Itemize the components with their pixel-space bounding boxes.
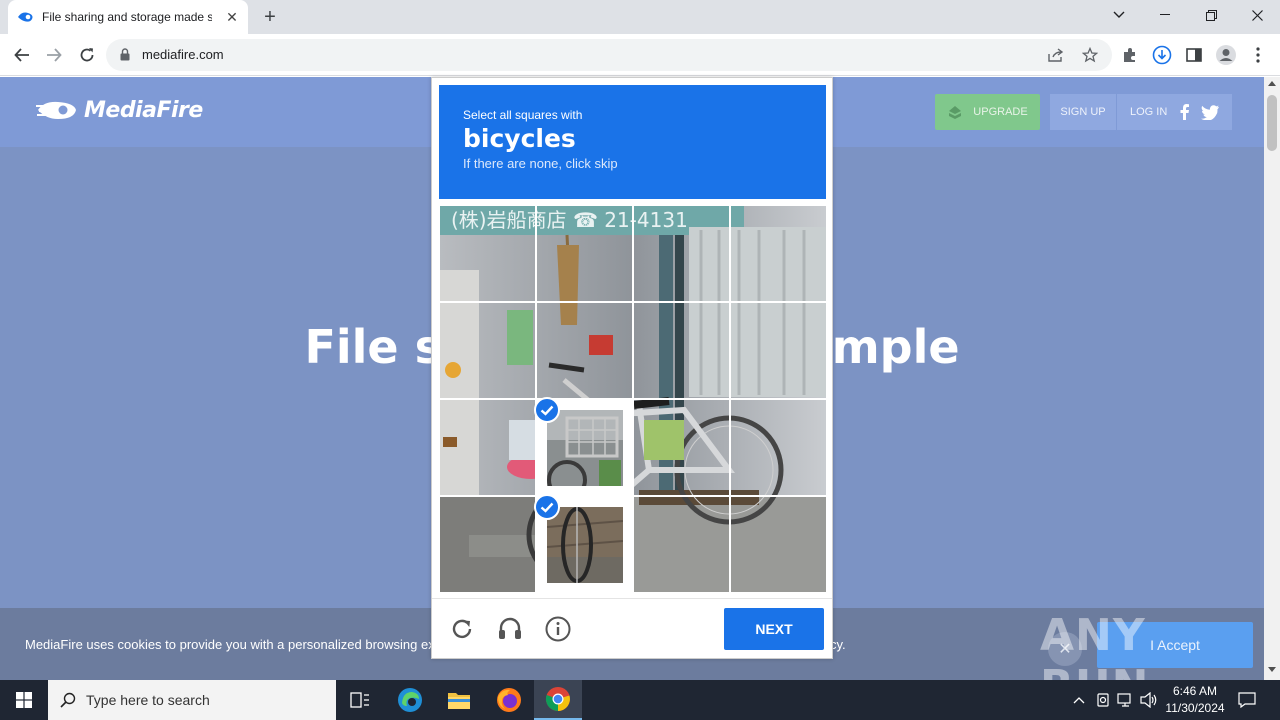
- grid-tile[interactable]: [439, 205, 536, 302]
- check-icon: [534, 494, 560, 520]
- check-icon: [534, 397, 560, 423]
- challenge-object: bicycles: [463, 124, 576, 153]
- logo-text: MediaFire: [84, 97, 203, 123]
- challenge-prompt: Select all squares with: [463, 108, 583, 122]
- clock-date: 11/30/2024: [1165, 701, 1225, 715]
- side-panel-icon[interactable]: [1183, 44, 1205, 66]
- reload-icon[interactable]: [75, 43, 99, 67]
- show-hidden-icons-icon[interactable]: [1070, 691, 1088, 709]
- twitter-icon[interactable]: [1201, 103, 1220, 121]
- tile-image: [547, 507, 623, 583]
- signup-button[interactable]: SIGN UP: [1050, 94, 1116, 130]
- grid-tile[interactable]: [439, 302, 536, 399]
- info-icon[interactable]: [544, 615, 572, 643]
- clock-time: 6:46 AM: [1172, 684, 1218, 698]
- mediafire-logo[interactable]: MediaFire: [36, 97, 203, 123]
- mediafire-logo-icon: [36, 101, 76, 119]
- grid-tile[interactable]: [536, 302, 633, 399]
- reload-challenge-icon[interactable]: [448, 615, 476, 643]
- audio-challenge-icon[interactable]: [496, 615, 524, 643]
- download-icon[interactable]: [1151, 44, 1173, 66]
- tab-title: File sharing and storage made simple: [42, 10, 212, 24]
- chrome-icon[interactable]: [534, 680, 582, 720]
- profile-icon[interactable]: [1215, 44, 1237, 66]
- windows-logo-icon: [16, 692, 32, 708]
- forward-icon[interactable]: [42, 43, 66, 67]
- grid-tile[interactable]: [633, 496, 730, 592]
- windows-taskbar: Type here to search 6:46 AM 11/30/2024: [0, 680, 1280, 720]
- grid-tile[interactable]: [439, 399, 536, 496]
- firefox-icon[interactable]: [485, 680, 533, 720]
- grid-tile[interactable]: [730, 302, 826, 399]
- edge-icon[interactable]: [386, 680, 434, 720]
- minimize-button[interactable]: [1142, 0, 1188, 30]
- menu-icon[interactable]: [1247, 44, 1269, 66]
- notification-center-icon[interactable]: [1236, 690, 1258, 710]
- tab-search-icon[interactable]: [1096, 0, 1142, 30]
- onedrive-sync-icon[interactable]: [1094, 691, 1112, 709]
- tab-strip: File sharing and storage made simple ✕ +: [0, 0, 1280, 34]
- taskbar-search[interactable]: Type here to search: [48, 680, 336, 720]
- grid-tile-selected[interactable]: [534, 494, 633, 592]
- mediafire-favicon-icon: [18, 9, 34, 25]
- close-window-button[interactable]: [1234, 0, 1280, 30]
- grid-tile[interactable]: [730, 399, 826, 496]
- facebook-icon[interactable]: [1175, 103, 1193, 121]
- challenge-skip-hint: If there are none, click skip: [463, 156, 618, 171]
- address-bar[interactable]: mediafire.com: [106, 39, 1112, 71]
- scroll-up-icon[interactable]: [1268, 81, 1276, 86]
- next-button[interactable]: NEXT: [724, 608, 824, 650]
- challenge-footer: NEXT: [432, 598, 832, 658]
- login-button[interactable]: LOG IN: [1117, 94, 1232, 130]
- new-tab-button[interactable]: +: [258, 5, 282, 29]
- url-text: mediafire.com: [142, 47, 224, 62]
- grid-tile[interactable]: [633, 205, 730, 302]
- restore-button[interactable]: [1188, 0, 1234, 30]
- bookmark-star-icon[interactable]: [1080, 45, 1100, 65]
- search-placeholder: Type here to search: [86, 692, 210, 708]
- browser-tab[interactable]: File sharing and storage made simple ✕: [8, 0, 248, 34]
- grid-tile-selected[interactable]: [534, 397, 633, 496]
- lock-icon[interactable]: [120, 48, 130, 66]
- challenge-header: Select all squares with bicycles If ther…: [439, 85, 826, 199]
- scroll-thumb[interactable]: [1267, 95, 1277, 151]
- anyrun-watermark: ANY RUN: [1040, 610, 1148, 680]
- upgrade-label: UPGRADE: [973, 106, 1028, 118]
- search-icon: [60, 692, 76, 708]
- grid-tile[interactable]: [536, 205, 633, 302]
- challenge-image-grid: (株)岩船商店 ☎ 21-4131: [439, 205, 826, 592]
- login-label: LOG IN: [1130, 106, 1168, 118]
- tile-image: [547, 410, 623, 486]
- volume-icon[interactable]: [1140, 691, 1158, 709]
- grid-tile[interactable]: [730, 496, 826, 592]
- network-icon[interactable]: [1117, 691, 1135, 709]
- tab-close-icon[interactable]: ✕: [224, 9, 240, 25]
- file-explorer-icon[interactable]: [435, 680, 483, 720]
- grid-tile[interactable]: [730, 205, 826, 302]
- system-clock[interactable]: 6:46 AM 11/30/2024: [1160, 683, 1230, 717]
- extensions-icon[interactable]: [1119, 44, 1141, 66]
- upgrade-icon: [949, 106, 962, 119]
- grid-tile[interactable]: [633, 399, 730, 496]
- task-view-icon[interactable]: [336, 680, 384, 720]
- upgrade-button[interactable]: UPGRADE: [935, 94, 1040, 130]
- start-button[interactable]: [0, 680, 48, 720]
- browser-toolbar: mediafire.com: [0, 34, 1280, 76]
- recaptcha-challenge: Select all squares with bicycles If ther…: [431, 77, 833, 659]
- page-scrollbar[interactable]: [1264, 77, 1280, 680]
- grid-tile[interactable]: [633, 302, 730, 399]
- scroll-down-icon[interactable]: [1268, 667, 1276, 672]
- share-icon[interactable]: [1046, 45, 1066, 65]
- back-icon[interactable]: [10, 43, 34, 67]
- grid-tile[interactable]: [439, 496, 536, 592]
